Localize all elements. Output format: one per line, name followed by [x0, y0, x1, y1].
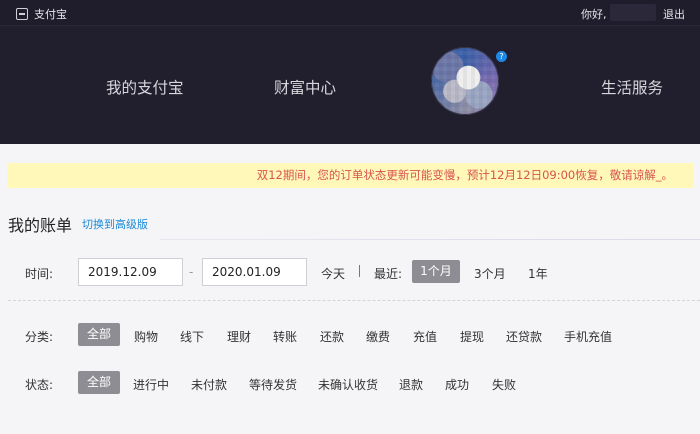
nav-wealth-center[interactable]: 财富中心: [274, 76, 336, 98]
avatar-pixelation: [431, 47, 499, 115]
category-mobile-top-up[interactable]: 手机充值: [564, 328, 612, 345]
logout-link[interactable]: 退出: [663, 6, 685, 22]
end-date-input[interactable]: 2020.01.09: [202, 258, 307, 286]
time-label: 时间:: [25, 267, 54, 281]
range-3-months[interactable]: 3个月: [474, 265, 506, 282]
logo-text: 支付宝: [34, 8, 67, 21]
filter-separator: [359, 265, 360, 277]
category-loan-repayment[interactable]: 还贷款: [506, 328, 542, 345]
category-bill-payment[interactable]: 缴费: [366, 328, 390, 345]
range-1-year[interactable]: 1年: [528, 265, 548, 282]
category-repayment[interactable]: 还款: [320, 328, 344, 345]
username-redacted: [610, 4, 656, 21]
category-withdraw[interactable]: 提现: [460, 328, 484, 345]
today-option[interactable]: 今天: [321, 265, 345, 282]
top-bar: 支付宝 你好, 退出: [0, 0, 700, 26]
alipay-logo-icon: [16, 8, 28, 20]
alipay-logo[interactable]: 支付宝: [16, 6, 67, 22]
status-unconfirmed-receipt[interactable]: 未确认收货: [318, 376, 378, 393]
category-label: 分类:: [25, 330, 54, 344]
title-divider: [160, 239, 700, 240]
recent-label: 最近:: [374, 267, 403, 281]
category-all[interactable]: 全部: [78, 323, 120, 346]
switch-advanced-link[interactable]: 切换到高级版: [82, 216, 148, 232]
category-top-up[interactable]: 充值: [413, 328, 437, 345]
status-unpaid[interactable]: 未付款: [191, 376, 227, 393]
avatar-help-badge-icon[interactable]: ?: [494, 49, 509, 64]
date-separator: -: [189, 265, 194, 279]
status-label: 状态:: [25, 378, 54, 392]
status-success[interactable]: 成功: [445, 376, 469, 393]
range-1-month[interactable]: 1个月: [412, 260, 460, 283]
page-title: 我的账单: [8, 216, 73, 235]
status-failed[interactable]: 失败: [492, 376, 516, 393]
category-shopping[interactable]: 购物: [134, 328, 158, 345]
nav-my-alipay[interactable]: 我的支付宝: [106, 76, 184, 98]
filter-divider: [8, 300, 700, 301]
avatar[interactable]: [431, 47, 499, 115]
status-in-progress[interactable]: 进行中: [133, 376, 169, 393]
start-date-input[interactable]: 2019.12.09: [78, 258, 183, 286]
category-wealth[interactable]: 理财: [227, 328, 251, 345]
category-offline[interactable]: 线下: [180, 328, 204, 345]
greeting-text: 你好,: [581, 8, 607, 21]
status-all[interactable]: 全部: [78, 371, 120, 394]
header-banner: [0, 26, 700, 144]
nav-life-services[interactable]: 生活服务: [601, 76, 663, 98]
notice-bar: 双12期间，您的订单状态更新可能变慢，预计12月12日09:00恢复，敬请谅解_…: [7, 163, 693, 188]
status-awaiting-shipment[interactable]: 等待发货: [249, 376, 297, 393]
category-transfer[interactable]: 转账: [273, 328, 297, 345]
status-refund[interactable]: 退款: [399, 376, 423, 393]
